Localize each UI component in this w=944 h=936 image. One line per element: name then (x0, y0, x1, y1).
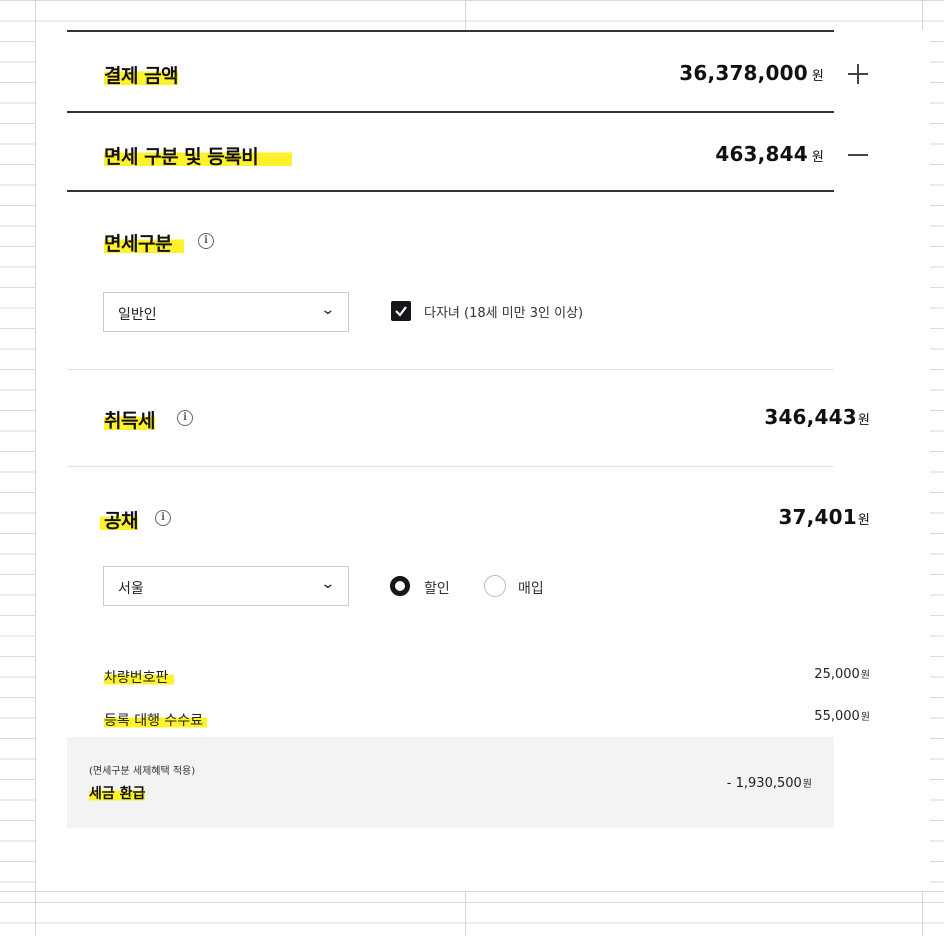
multi-child-label: 다자녀 (18세 미만 3인 이상) (424, 306, 584, 321)
refund-amount-value: - 1,930,500 (726, 776, 802, 791)
bond-discount-label: 할인 (424, 581, 450, 597)
currency-unit: 원 (857, 513, 870, 528)
divider (67, 466, 834, 467)
payment-amount-value: 36,378,000 (679, 61, 808, 85)
exemption-select[interactable]: 일반인 ⌄ (103, 292, 349, 332)
currency-unit: 원 (860, 712, 870, 723)
divider (67, 30, 834, 32)
tax-section-title: 면세 구분 및 등록비 (104, 142, 293, 169)
tax-refund-box: (면세구분 세제혜택 적용) 세금 환급 - 1,930,500원 (67, 737, 834, 828)
refund-note: (면세구분 세제혜택 적용) (89, 766, 196, 777)
purchase-summary-panel: 결제 금액 36,378,000 원 면세 구분 및 등록비 463,844 원 면… (36, 30, 930, 891)
divider (67, 111, 834, 113)
chevron-down-icon: ⌄ (320, 302, 336, 318)
tax-section-amount: 463,844 원 (715, 142, 824, 166)
plate-fee-amount-value: 25,000 (814, 667, 860, 682)
bond-amount: 37,401원 (778, 505, 870, 529)
bond-discount-radio[interactable] (390, 576, 410, 596)
bond-region-select[interactable]: 서울 ⌄ (103, 566, 349, 606)
chevron-down-icon: ⌄ (320, 576, 336, 592)
registration-fee-amount: 55,000원 (814, 708, 870, 724)
acquisition-tax-label: 취득세 (104, 406, 155, 433)
currency-unit: 원 (811, 150, 824, 165)
exemption-label: 면세구분 (104, 229, 184, 256)
payment-title: 결제 금액 (104, 61, 179, 88)
bond-label: 공채 (100, 506, 138, 533)
info-icon[interactable]: i (155, 510, 171, 526)
plus-icon[interactable] (847, 63, 869, 85)
registration-fee-amount-value: 55,000 (814, 709, 860, 724)
check-icon (395, 306, 407, 317)
bond-purchase-radio[interactable] (484, 575, 506, 597)
info-icon[interactable]: i (198, 233, 214, 249)
tax-section-amount-value: 463,844 (715, 142, 808, 166)
refund-amount: - 1,930,500원 (727, 775, 812, 791)
acquisition-tax-amount-value: 346,443 (764, 405, 857, 429)
registration-fee-label: 등록 대행 수수료 (104, 710, 208, 730)
minus-icon[interactable] (847, 144, 869, 166)
exemption-select-value: 일반인 (118, 307, 157, 323)
currency-unit: 원 (802, 779, 812, 790)
bond-region-value: 서울 (118, 581, 144, 597)
multi-child-checkbox[interactable] (391, 301, 411, 321)
plate-fee-label: 차량번호판 (104, 667, 175, 687)
currency-unit: 원 (811, 69, 824, 84)
grid-row-line (0, 891, 944, 892)
currency-unit: 원 (857, 413, 870, 428)
currency-unit: 원 (860, 670, 870, 681)
bond-amount-value: 37,401 (778, 505, 857, 529)
info-icon[interactable]: i (177, 410, 193, 426)
divider (67, 369, 834, 370)
acquisition-tax-amount: 346,443원 (764, 405, 870, 429)
payment-amount: 36,378,000 원 (679, 61, 824, 85)
bond-purchase-label: 매입 (518, 581, 544, 597)
plate-fee-amount: 25,000원 (814, 666, 870, 682)
refund-title: 세금 환급 (89, 783, 146, 803)
divider (67, 190, 834, 192)
